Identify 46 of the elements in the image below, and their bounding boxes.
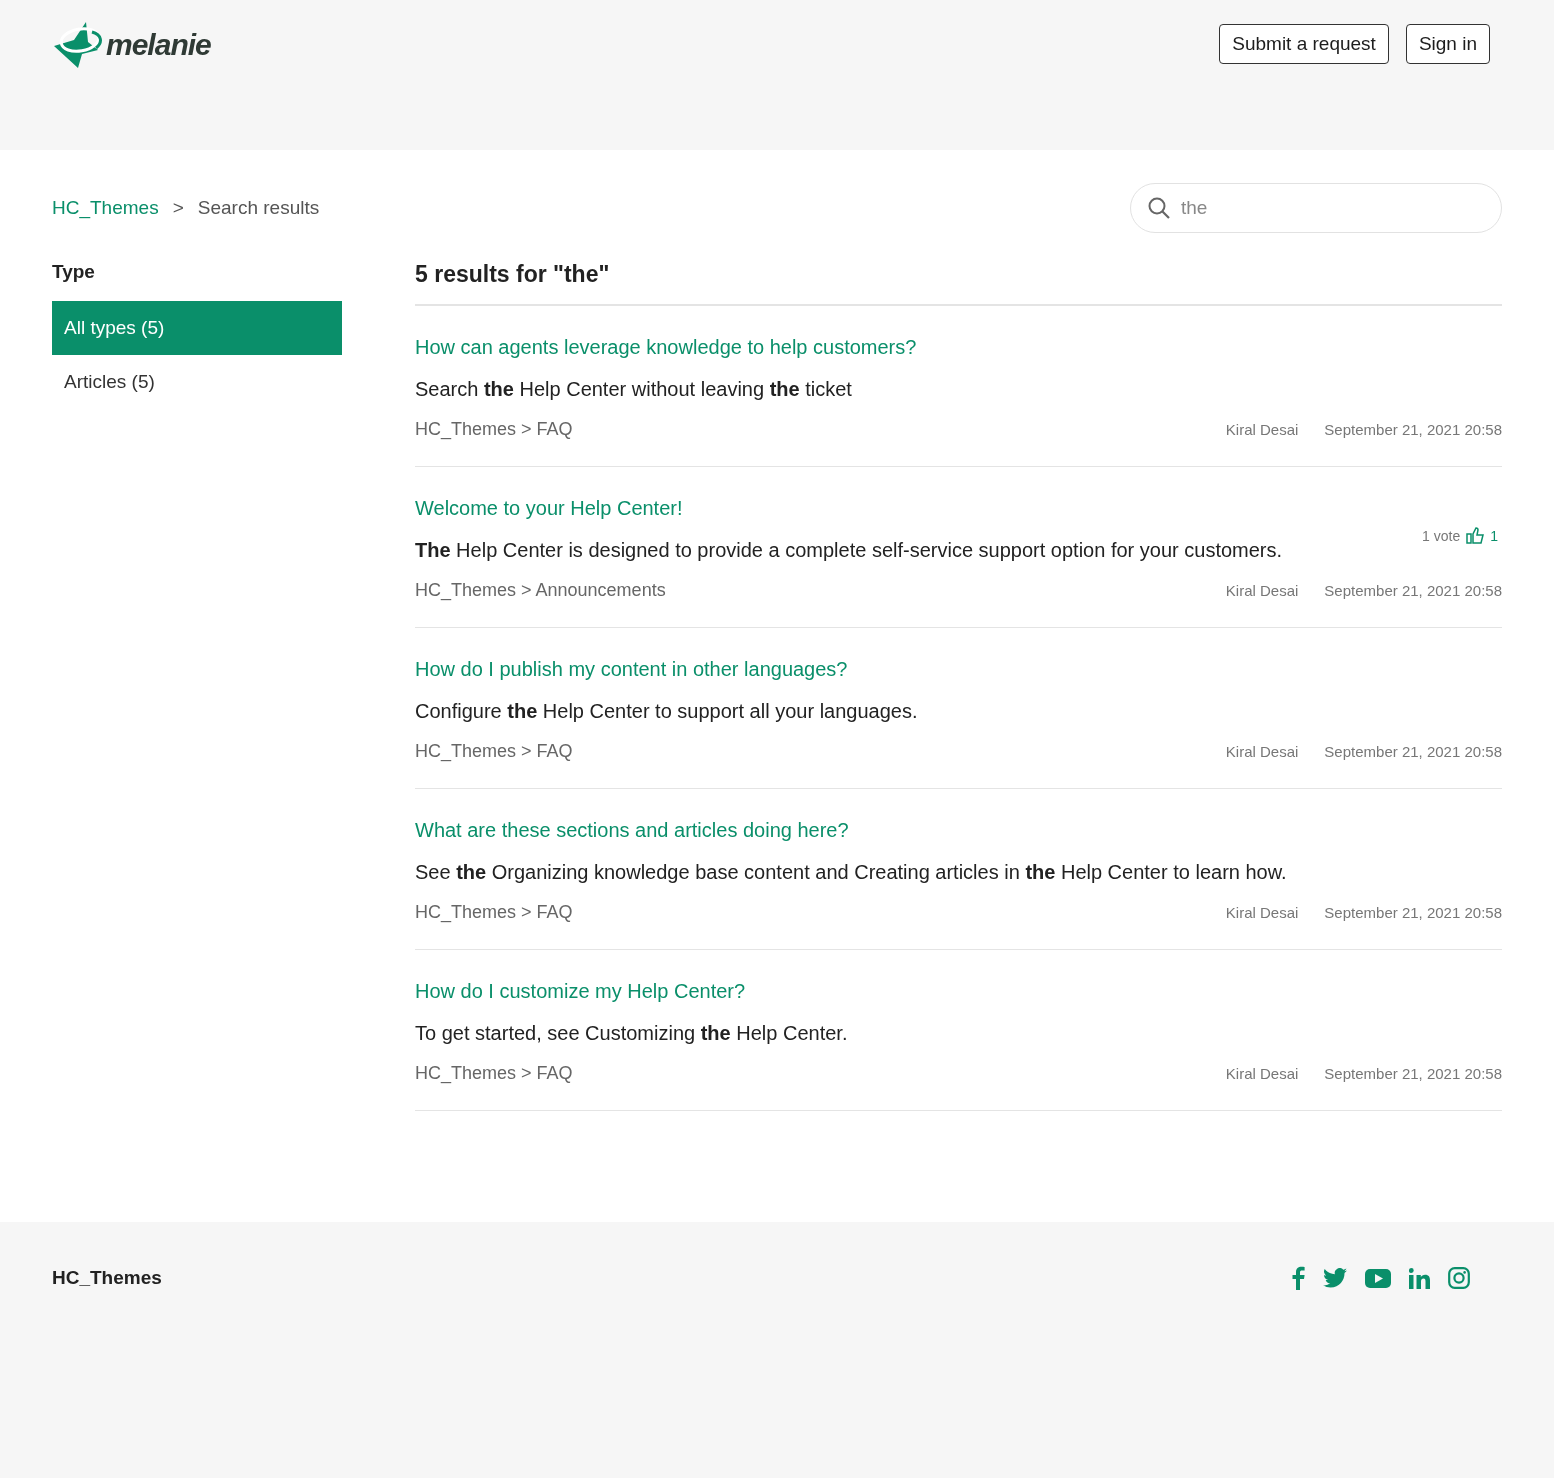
star-logo-icon [52,20,102,70]
footer-brand[interactable]: HC_Themes [52,1267,162,1289]
result-snippet: Search the Help Center without leaving the ticket [415,378,852,401]
twitter-icon[interactable] [1323,1268,1347,1288]
author-name: Kiral Desai [1225,904,1299,921]
author-name: Kiral Desai [1225,582,1299,599]
result-title-link[interactable]: Welcome to your Help Center! [415,497,683,520]
result-date: September 21, 2021 20:58 [1324,743,1502,760]
sign-in-button[interactable]: Sign in [1405,24,1490,64]
filter-item[interactable]: Articles (5) [52,355,342,409]
result-path[interactable]: HC_Themes > FAQ [415,419,573,440]
result-snippet: See the Organizing knowledge base content and Creating articles in the Help Center to learn how. [415,861,1287,884]
result-title-link[interactable]: How can agents leverage knowledge to help customers? [415,336,917,359]
breadcrumb-link[interactable]: HC_Themes [52,197,159,219]
logo-wordmark[interactable]: melanie [106,28,211,62]
author-name: Kiral Desai [1225,743,1299,760]
result-title-link[interactable]: How do I customize my Help Center? [415,980,746,1003]
result-snippet: The Help Center is designed to provide a complete self-service support option for your customers. [415,539,1283,562]
breadcrumb-current: Search results [197,197,320,219]
result-snippet: To get started, see Customizing the Help Center. [415,1022,848,1045]
result-path[interactable]: HC_Themes > FAQ [415,902,573,923]
vote-score: 1 [1490,527,1498,544]
results-heading: 5 results for "the" [415,261,1502,306]
submit-request-button[interactable]: Submit a request [1219,24,1389,64]
result-date: September 21, 2021 20:58 [1324,904,1502,921]
result-path[interactable]: HC_Themes > FAQ [415,1063,573,1084]
vote-count-label: 1 vote [1422,527,1461,544]
result-title-link[interactable]: How do I publish my content in other languages? [415,658,848,681]
result-path[interactable]: HC_Themes > Announcements [415,580,666,601]
result-date: September 21, 2021 20:58 [1324,1065,1502,1082]
result-snippet: Configure the Help Center to support all your languages. [415,700,918,723]
filter-item[interactable]: All types (5) [52,301,342,355]
author-name: Kiral Desai [1225,1065,1299,1082]
breadcrumb-separator: > [172,197,184,219]
thumbs-up-icon[interactable] [1466,527,1485,544]
result-date: September 21, 2021 20:58 [1324,421,1502,438]
result-path[interactable]: HC_Themes > FAQ [415,741,573,762]
camera-icon[interactable] [1448,1267,1470,1289]
facebook-icon[interactable] [1291,1266,1305,1290]
result-title-link[interactable]: What are these sections and articles doing here? [415,819,849,842]
filter-heading: Type [52,261,96,283]
search-field[interactable]: the [1130,183,1502,233]
play-video-icon[interactable] [1365,1268,1391,1288]
author-name: Kiral Desai [1225,421,1299,438]
result-date: September 21, 2021 20:58 [1324,582,1502,599]
linkedin-icon[interactable] [1409,1267,1430,1289]
